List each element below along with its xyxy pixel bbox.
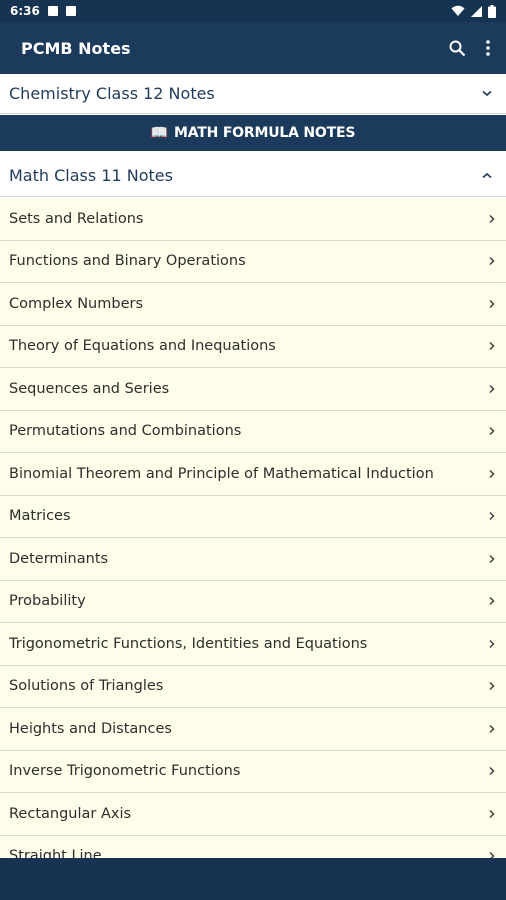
battery-icon <box>488 4 496 18</box>
topic-row[interactable]: Theory of Equations and Inequations <box>0 325 506 368</box>
image-notification-icon <box>47 6 58 16</box>
topic-label: Solutions of Triangles <box>9 678 164 695</box>
topic-label: Sets and Relations <box>9 210 144 227</box>
topic-label: Binomial Theorem and Principle of Mathem… <box>9 465 434 482</box>
chevron-right-icon <box>489 724 495 733</box>
math-section-header[interactable]: Math Class 11 Notes <box>0 155 506 197</box>
banner-label: MATH FORMULA NOTES <box>174 125 356 141</box>
topic-row[interactable]: Heights and Distances <box>0 708 506 751</box>
chemistry-section-title: Chemistry Class 12 Notes <box>9 84 215 103</box>
status-bar: 6:36 <box>0 0 506 22</box>
search-icon[interactable] <box>449 40 466 57</box>
chevron-right-icon <box>489 384 495 393</box>
app-title: PCMB Notes <box>21 38 131 58</box>
wifi-icon <box>451 5 465 16</box>
chevron-right-icon <box>489 299 495 308</box>
topic-row[interactable]: Sequences and Series <box>0 368 506 411</box>
chevron-right-icon <box>489 554 495 563</box>
math-section-title: Math Class 11 Notes <box>9 166 173 185</box>
topic-row[interactable]: Functions and Binary Operations <box>0 240 506 283</box>
chevron-right-icon <box>489 469 495 478</box>
topic-label: Trigonometric Functions, Identities and … <box>9 635 368 652</box>
topic-row[interactable]: Complex Numbers <box>0 283 506 326</box>
topic-label: Determinants <box>9 550 109 567</box>
topic-row[interactable]: Determinants <box>0 538 506 581</box>
topic-label: Rectangular Axis <box>9 805 132 822</box>
topic-row[interactable]: Matrices <box>0 495 506 538</box>
app-notification-icon <box>65 6 76 16</box>
chevron-right-icon <box>489 639 495 648</box>
topic-list: Sets and Relations Functions and Binary O… <box>0 198 506 858</box>
topic-row[interactable]: Binomial Theorem and Principle of Mathem… <box>0 453 506 496</box>
chevron-right-icon <box>489 342 495 351</box>
chevron-down-icon <box>482 90 492 97</box>
chevron-right-icon <box>489 767 495 776</box>
topic-row[interactable]: Trigonometric Functions, Identities and … <box>0 623 506 666</box>
topic-label: Permutations and Combinations <box>9 423 242 440</box>
topic-label: Inverse Trigonometric Functions <box>9 763 241 780</box>
chevron-right-icon <box>489 682 495 691</box>
chevron-right-icon <box>489 852 495 858</box>
chevron-up-icon <box>482 172 492 179</box>
chevron-right-icon <box>489 809 495 818</box>
topic-label: Complex Numbers <box>9 295 144 312</box>
topic-row[interactable]: Straight Line <box>0 835 506 858</box>
topic-label: Sequences and Series <box>9 380 170 397</box>
topic-row[interactable]: Permutations and Combinations <box>0 410 506 453</box>
topic-row[interactable]: Inverse Trigonometric Functions <box>0 750 506 793</box>
chevron-right-icon <box>489 427 495 436</box>
topic-row[interactable]: Solutions of Triangles <box>0 665 506 708</box>
topic-label: Matrices <box>9 508 71 525</box>
topic-label: Heights and Distances <box>9 720 172 737</box>
topic-label: Functions and Binary Operations <box>9 253 246 270</box>
topic-label: Theory of Equations and Inequations <box>9 338 276 355</box>
app-bar: PCMB Notes <box>0 22 506 74</box>
bottom-navigation-bar <box>0 858 506 900</box>
topic-row[interactable]: Rectangular Axis <box>0 793 506 836</box>
chevron-right-icon <box>489 512 495 521</box>
chevron-right-icon <box>489 597 495 606</box>
book-icon: 📖 <box>150 125 168 141</box>
more-options-icon[interactable] <box>486 40 490 56</box>
status-time: 6:36 <box>10 4 40 18</box>
topic-label: Straight Line <box>9 848 102 858</box>
math-formula-notes-banner[interactable]: 📖 MATH FORMULA NOTES <box>0 115 506 151</box>
topic-row[interactable]: Sets and Relations <box>0 198 506 241</box>
cellular-signal-icon <box>471 5 482 17</box>
topic-row[interactable]: Probability <box>0 580 506 623</box>
chemistry-section-header[interactable]: Chemistry Class 12 Notes <box>0 74 506 114</box>
topic-label: Probability <box>9 593 86 610</box>
chevron-right-icon <box>489 214 495 223</box>
chevron-right-icon <box>489 257 495 266</box>
